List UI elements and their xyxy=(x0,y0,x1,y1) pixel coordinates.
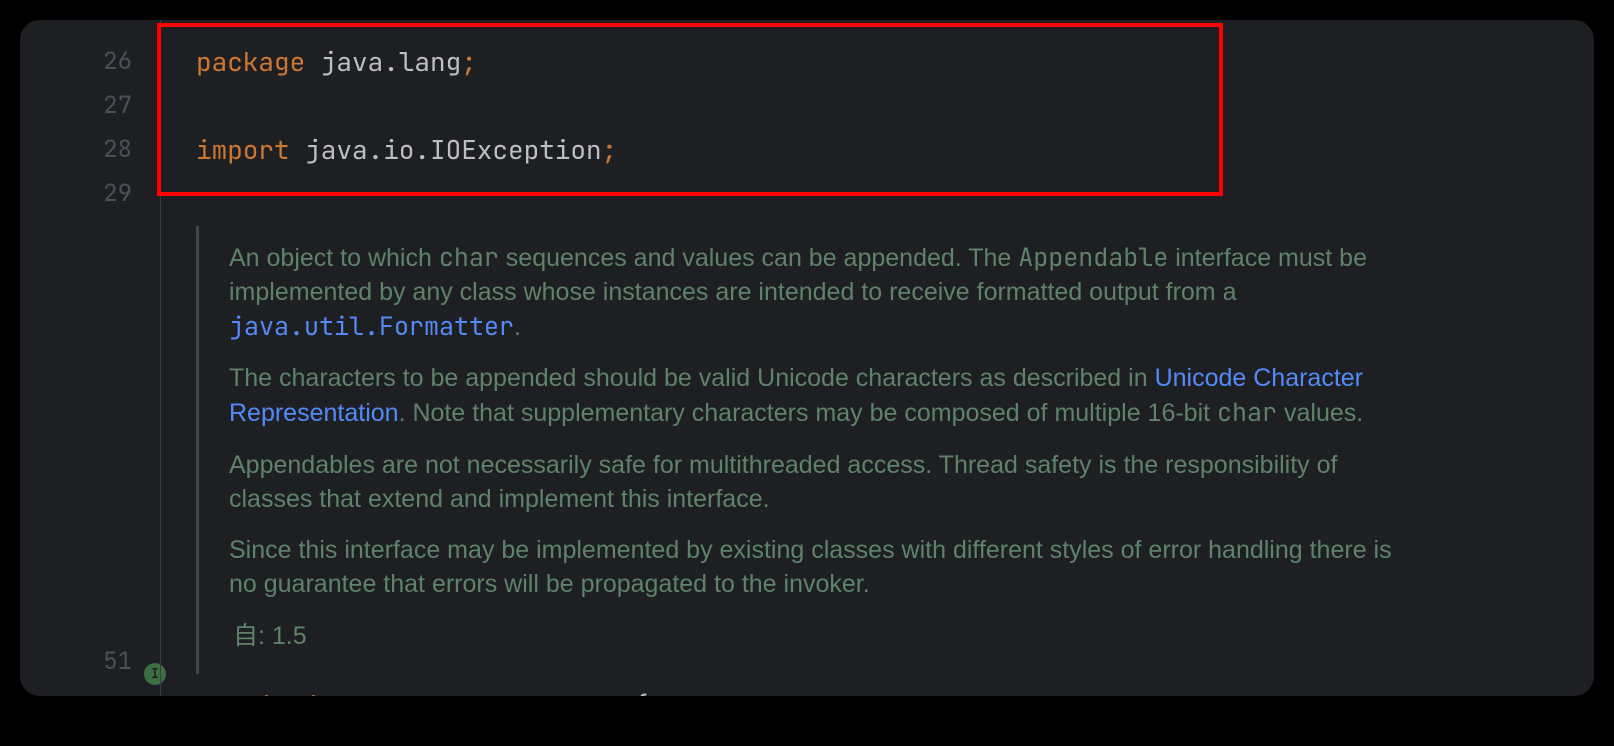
open-brace: { xyxy=(633,688,649,697)
doc-text: sequences and values can be appended. Th… xyxy=(499,244,1018,272)
keyword-public: public xyxy=(196,688,305,697)
keyword-package: package xyxy=(196,44,321,79)
doc-code-char: char xyxy=(1217,395,1277,429)
class-name: Appendable xyxy=(461,688,633,697)
semicolon: ; xyxy=(461,44,477,79)
code-editor[interactable]: 26 27 28 29 51 I↓ package java.lang; imp… xyxy=(20,20,1594,696)
code-line-29[interactable] xyxy=(161,172,1594,216)
javadoc-paragraph: Appendables are not necessarily safe for… xyxy=(229,449,1426,517)
code-line-51[interactable]: public interface Appendable { xyxy=(161,684,1594,697)
doc-text: values. xyxy=(1277,399,1363,427)
code-line-26[interactable]: package java.lang; xyxy=(161,40,1594,84)
code-line-28[interactable]: import java.io.IOException; xyxy=(161,128,1594,172)
code-line-27[interactable] xyxy=(161,84,1594,128)
import-name: java.io.IOException xyxy=(305,132,601,167)
line-number: 26 xyxy=(20,40,160,84)
doc-text: An object to which xyxy=(229,244,439,272)
line-number: 28 xyxy=(20,128,160,172)
javadoc-paragraph: The characters to be appended should be … xyxy=(229,362,1426,431)
javadoc-since: 自: 1.5 xyxy=(229,620,1426,654)
doc-text: The characters to be appended should be … xyxy=(229,364,1155,392)
package-name: java.lang xyxy=(321,44,461,79)
javadoc-paragraph: Since this interface may be implemented … xyxy=(229,534,1426,602)
doc-code-appendable: Appendable xyxy=(1018,240,1168,274)
doc-text: . Note that supplementary characters may… xyxy=(399,399,1217,427)
keyword-import: import xyxy=(196,132,305,167)
code-area[interactable]: package java.lang; import java.io.IOExce… xyxy=(160,20,1594,696)
doc-code-char: char xyxy=(439,240,499,274)
doc-link-formatter[interactable]: java.util.Formatter xyxy=(229,309,514,343)
line-number-51[interactable]: 51 I↓ xyxy=(20,640,160,684)
semicolon: ; xyxy=(602,132,618,167)
keyword-interface: interface xyxy=(305,688,461,697)
line-number: 29 xyxy=(20,172,160,216)
doc-text: . xyxy=(514,313,521,341)
line-number: 27 xyxy=(20,84,160,128)
editor-content: 26 27 28 29 51 I↓ package java.lang; imp… xyxy=(20,20,1594,696)
gutter: 26 27 28 29 51 I↓ xyxy=(20,20,160,696)
javadoc-rendered[interactable]: An object to which char sequences and va… xyxy=(196,226,1456,674)
javadoc-paragraph: An object to which char sequences and va… xyxy=(229,241,1426,344)
line-number-text: 51 xyxy=(103,646,132,677)
